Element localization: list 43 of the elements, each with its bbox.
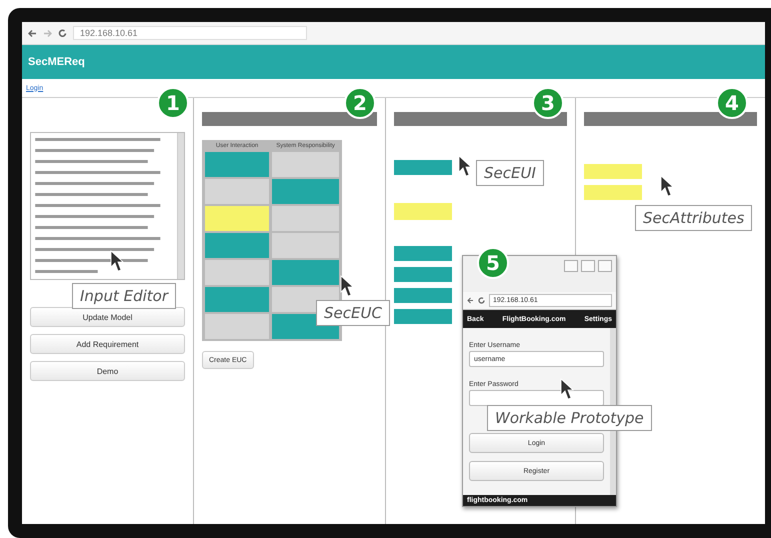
eui-element[interactable] [394,267,452,282]
forward-icon[interactable] [43,28,52,38]
window-control[interactable] [564,260,578,272]
euc-cell[interactable] [205,233,270,258]
reload-icon[interactable] [58,28,67,38]
step-badge: 2 [344,87,376,119]
euc-cell[interactable] [205,206,270,231]
euc-cell[interactable] [272,179,339,204]
eui-element[interactable] [394,246,452,261]
attribute-element[interactable] [584,164,642,179]
callout-tooltip: SecEUI [476,160,544,186]
eui-element[interactable] [394,160,452,175]
callout-tooltip: SecEUC [316,300,390,326]
euc-cell[interactable] [205,152,270,177]
callout-tooltip: Workable Prototype [487,405,652,431]
euc-cell[interactable] [205,287,270,312]
window-control[interactable] [581,260,595,272]
callout-tooltip: Input Editor [72,283,176,309]
editor-button[interactable]: Update Model [30,307,185,327]
cursor-icon [458,155,472,177]
editor-button[interactable]: Demo [30,361,185,381]
reload-icon[interactable] [478,297,485,304]
window-control[interactable] [598,260,612,272]
callout-tooltip: SecAttributes [635,205,752,231]
step-badge: 1 [157,87,189,119]
eui-element[interactable] [394,309,452,324]
euc-cell[interactable] [272,260,339,285]
cursor-icon [660,175,674,197]
step-badge: 3 [532,87,564,119]
step-badge: 5 [477,247,509,279]
eui-element[interactable] [394,288,452,303]
step-badge: 4 [716,87,748,119]
address-field[interactable]: 192.168.10.61 [73,26,307,40]
eui-element[interactable] [394,203,452,220]
editor-button[interactable]: Add Requirement [30,334,185,354]
attribute-element[interactable] [584,185,642,200]
cursor-icon [340,275,354,297]
app-logo: SecMEReq [28,56,85,68]
password-field[interactable] [469,390,604,406]
cursor-icon [560,378,574,400]
back-icon[interactable] [467,297,474,304]
back-icon[interactable] [28,28,37,38]
cursor-icon [110,250,124,272]
